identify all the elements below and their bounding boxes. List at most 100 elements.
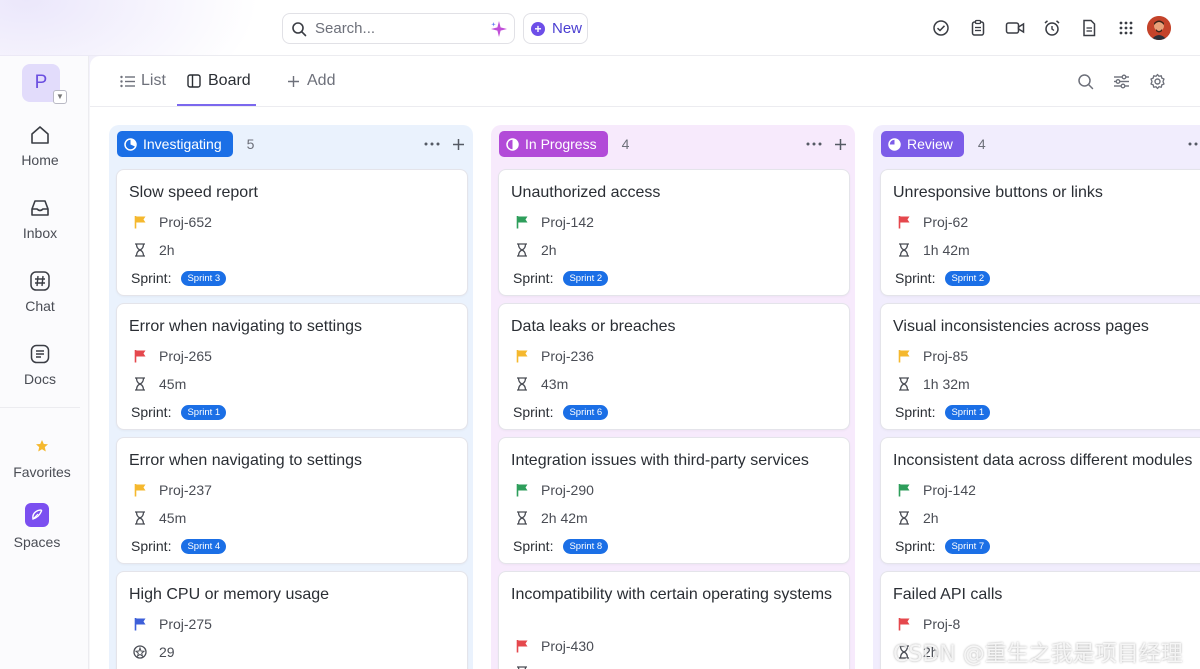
- task-estimate-row: 1h 42m: [897, 242, 970, 258]
- task-title: Unresponsive buttons or links: [893, 184, 1103, 201]
- hourglass-icon: [515, 243, 529, 257]
- status-badge[interactable]: Investigating: [117, 131, 233, 157]
- tab-add[interactable]: Add: [285, 72, 335, 90]
- priority-flag-icon: [133, 617, 147, 631]
- task-id: Proj-275: [159, 616, 212, 632]
- clipboard-icon[interactable]: [967, 17, 989, 39]
- top-bar: Search... + New: [0, 0, 1200, 130]
- hourglass-icon: [133, 511, 147, 525]
- sprint-badge[interactable]: Sprint 2: [945, 270, 991, 286]
- sprint-badge[interactable]: Sprint 2: [563, 270, 609, 286]
- sidebar-divider: [0, 407, 80, 408]
- tab-label: Add: [307, 72, 336, 89]
- filter-icon[interactable]: [1112, 72, 1131, 91]
- search-icon: [292, 21, 307, 36]
- sidebar-item-label: Inbox: [22, 225, 58, 241]
- task-sprint-row: Sprint: Sprint 6: [513, 404, 609, 420]
- task-id-row: Proj-236: [515, 348, 594, 364]
- alarm-icon[interactable]: [1041, 17, 1063, 39]
- hourglass-icon: [133, 243, 147, 257]
- ai-sparkle-icon[interactable]: [490, 20, 508, 38]
- docs-icon: [27, 341, 53, 367]
- task-card[interactable]: Unauthorized access Proj-142 2h Sprint: …: [498, 169, 850, 296]
- task-card[interactable]: High CPU or memory usage Proj-275 29: [116, 571, 468, 669]
- search-icon[interactable]: [1076, 72, 1095, 91]
- column-header: In Progress 4: [499, 131, 629, 157]
- task-id: Proj-237: [159, 482, 212, 498]
- task-estimate: 2h 42m: [541, 510, 588, 526]
- tab-board[interactable]: Board: [186, 72, 251, 90]
- sidebar-item-spaces[interactable]: Spaces: [0, 503, 74, 550]
- task-card[interactable]: Data leaks or breaches Proj-236 43m Spri…: [498, 303, 850, 430]
- priority-flag-icon: [897, 215, 911, 229]
- search-input[interactable]: Search...: [282, 13, 515, 44]
- sprint-label: Sprint:: [131, 538, 172, 554]
- sprint-badge[interactable]: Sprint 8: [563, 538, 609, 554]
- task-estimate-row: 2h: [133, 242, 175, 258]
- more-options-icon[interactable]: [1187, 135, 1200, 153]
- home-icon: [27, 122, 53, 148]
- task-id-row: Proj-142: [897, 482, 976, 498]
- priority-flag-icon: [515, 639, 529, 653]
- task-estimate-row: 2h: [515, 242, 557, 258]
- add-task-icon[interactable]: [449, 135, 467, 153]
- video-icon[interactable]: [1004, 17, 1026, 39]
- task-card[interactable]: Inconsistent data across different modul…: [880, 437, 1200, 564]
- task-card[interactable]: Slow speed report Proj-652 2h Sprint: Sp…: [116, 169, 468, 296]
- task-title: Error when navigating to settings: [129, 452, 363, 469]
- status-badge[interactable]: Review: [881, 131, 964, 157]
- check-circle-icon[interactable]: [930, 17, 952, 39]
- hash-icon: [27, 268, 53, 294]
- column-count: 4: [621, 136, 630, 152]
- tab-list[interactable]: List: [119, 72, 166, 90]
- sidebar-item-chat[interactable]: Chat: [0, 268, 80, 314]
- inbox-icon: [27, 195, 53, 221]
- sprint-badge[interactable]: Sprint 3: [181, 270, 227, 286]
- new-button-label: New: [552, 20, 583, 37]
- sprint-badge[interactable]: Sprint 1: [945, 404, 991, 420]
- task-title: Integration issues with third-party serv…: [511, 452, 809, 469]
- task-title: Visual inconsistencies across pages: [893, 318, 1149, 335]
- task-estimate: 43m: [541, 376, 569, 392]
- task-id-row: Proj-62: [897, 214, 968, 230]
- status-label: In Progress: [525, 136, 597, 152]
- more-options-icon[interactable]: [423, 135, 441, 153]
- document-icon[interactable]: [1078, 17, 1100, 39]
- task-card[interactable]: Error when navigating to settings Proj-2…: [116, 437, 468, 564]
- task-card[interactable]: Visual inconsistencies across pages Proj…: [880, 303, 1200, 430]
- task-card[interactable]: Error when navigating to settings Proj-2…: [116, 303, 468, 430]
- priority-flag-icon: [515, 215, 529, 229]
- sprint-label: Sprint:: [895, 270, 936, 286]
- user-avatar[interactable]: [1147, 16, 1171, 40]
- sprint-badge[interactable]: Sprint 1: [181, 404, 227, 420]
- apps-grid-icon[interactable]: [1115, 17, 1137, 39]
- task-id: Proj-62: [923, 214, 969, 230]
- task-card[interactable]: Incompatibility with certain operating s…: [498, 571, 850, 669]
- column-actions: [1179, 135, 1200, 153]
- add-task-icon[interactable]: [831, 135, 849, 153]
- sidebar-item-inbox[interactable]: Inbox: [0, 195, 80, 241]
- sidebar-item-favorites[interactable]: Favorites: [0, 435, 84, 480]
- task-card[interactable]: Integration issues with third-party serv…: [498, 437, 850, 564]
- more-options-icon[interactable]: [805, 135, 823, 153]
- chevron-down-icon[interactable]: ▼: [53, 90, 67, 104]
- hourglass-icon: [897, 377, 911, 391]
- new-button[interactable]: + New: [523, 13, 588, 44]
- sprint-label: Sprint:: [513, 404, 554, 420]
- sprint-badge[interactable]: Sprint 4: [181, 538, 227, 554]
- settings-icon[interactable]: [1148, 72, 1167, 91]
- list-icon: [119, 73, 135, 89]
- sidebar-item-docs[interactable]: Docs: [0, 341, 80, 387]
- sprint-badge[interactable]: Sprint 7: [945, 538, 991, 554]
- task-id-row: Proj-652: [133, 214, 212, 230]
- task-id-row: Proj-142: [515, 214, 594, 230]
- sidebar-item-home[interactable]: Home: [0, 122, 80, 168]
- task-id-row: Proj-8: [897, 616, 960, 632]
- hourglass-icon: [897, 511, 911, 525]
- task-estimate-row: 45m: [133, 510, 186, 526]
- task-card[interactable]: Unresponsive buttons or links Proj-62 1h…: [880, 169, 1200, 296]
- sprint-badge[interactable]: Sprint 6: [563, 404, 609, 420]
- task-title: Incompatibility with certain operating s…: [511, 586, 833, 603]
- status-badge[interactable]: In Progress: [499, 131, 608, 157]
- task-estimate: 1h 42m: [923, 242, 970, 258]
